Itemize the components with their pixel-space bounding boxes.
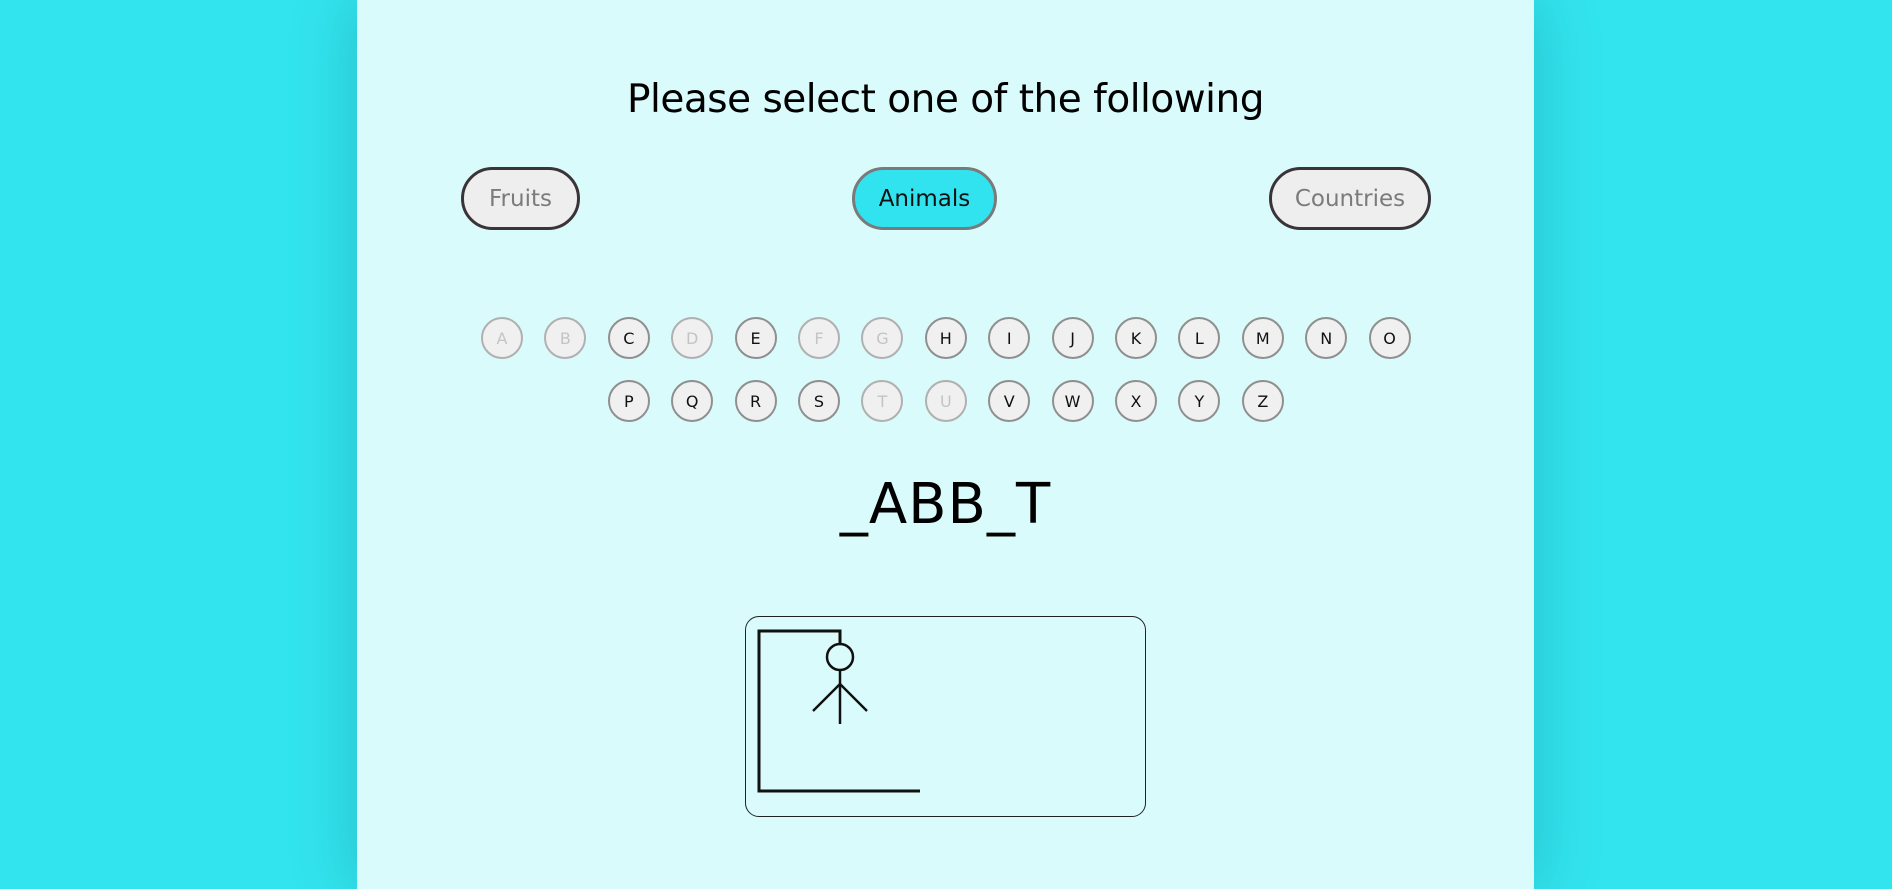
- game-panel: Please select one of the following Fruit…: [357, 0, 1534, 889]
- letter-button-g[interactable]: G: [861, 317, 904, 359]
- page-title: Please select one of the following: [627, 77, 1264, 122]
- letter-button-e[interactable]: E: [734, 317, 777, 359]
- letter-button-w[interactable]: W: [1051, 380, 1094, 422]
- category-fruits-button[interactable]: Fruits: [461, 167, 580, 230]
- gallows-box: [745, 616, 1146, 817]
- letter-button-m[interactable]: M: [1241, 317, 1284, 359]
- letter-button-d[interactable]: D: [671, 317, 714, 359]
- letter-button-l[interactable]: L: [1178, 317, 1221, 359]
- category-animals-button[interactable]: Animals: [852, 167, 997, 230]
- letter-button-q[interactable]: Q: [671, 380, 714, 422]
- word-display: _ABB_T: [839, 472, 1052, 537]
- letter-button-j[interactable]: J: [1051, 317, 1094, 359]
- letter-button-i[interactable]: I: [988, 317, 1031, 359]
- letter-button-p[interactable]: P: [607, 380, 650, 422]
- letter-button-r[interactable]: R: [734, 380, 777, 422]
- hangman-head: [825, 642, 855, 672]
- letter-button-s[interactable]: S: [798, 380, 840, 422]
- category-countries-button[interactable]: Countries: [1269, 167, 1431, 230]
- letter-button-v[interactable]: V: [988, 380, 1031, 422]
- letter-button-o[interactable]: O: [1368, 317, 1411, 359]
- letter-button-b[interactable]: B: [544, 317, 587, 359]
- letter-button-h[interactable]: H: [924, 317, 967, 359]
- letter-button-u[interactable]: U: [924, 380, 967, 422]
- letter-button-c[interactable]: C: [607, 317, 650, 359]
- letter-button-k[interactable]: K: [1115, 317, 1157, 359]
- hangman-left-arm: [812, 683, 841, 712]
- hangman-drawing: [757, 629, 920, 793]
- hangman-right-arm: [839, 683, 868, 712]
- letter-button-x[interactable]: X: [1115, 380, 1157, 422]
- letter-button-n[interactable]: N: [1305, 317, 1348, 359]
- letter-button-f[interactable]: F: [798, 317, 840, 359]
- letter-button-z[interactable]: Z: [1241, 380, 1284, 422]
- letter-button-a[interactable]: A: [481, 317, 523, 359]
- letter-button-y[interactable]: Y: [1178, 380, 1221, 422]
- letter-button-t[interactable]: T: [861, 380, 904, 422]
